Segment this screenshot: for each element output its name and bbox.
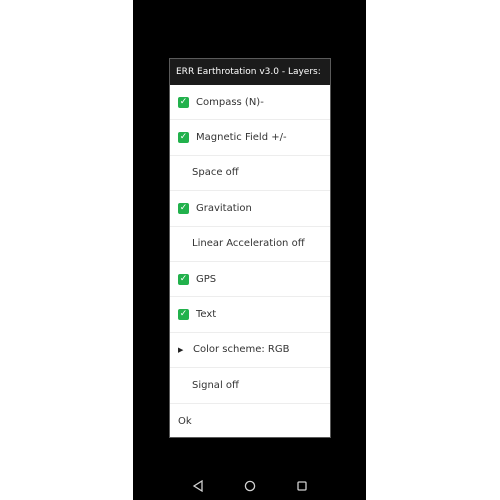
layers-menu: ✓ Compass (N)- ✓ Magnetic Field +/- Spac…	[170, 85, 330, 439]
menu-item-text[interactable]: ✓ Text	[170, 297, 330, 333]
menu-item-label: Text	[196, 309, 217, 321]
check-mark-icon: ✓	[178, 202, 189, 214]
menu-item-label: Compass (N)-	[196, 96, 264, 108]
check-mark-icon: ✓	[178, 309, 189, 321]
home-circle-icon	[244, 480, 255, 492]
recents-button[interactable]	[295, 479, 309, 493]
menu-item-linear-acceleration[interactable]: Linear Acceleration off	[170, 227, 330, 262]
check-mark-icon: ✓	[178, 132, 189, 144]
menu-item-space[interactable]: Space off	[170, 156, 330, 192]
menu-item-signal[interactable]: Signal off	[170, 368, 330, 404]
check-mark-icon: ✓	[178, 273, 189, 285]
check-mark-icon: ✓	[178, 96, 189, 108]
phone-screen: ERR Earthrotation v3.0 - Layers: ✓ Compa…	[133, 0, 366, 500]
menu-item-label: GPS	[196, 273, 217, 285]
navigation-bar	[133, 472, 366, 500]
ok-button[interactable]: Ok	[170, 404, 330, 439]
dialog-title: ERR Earthrotation v3.0 - Layers:	[170, 59, 330, 85]
menu-item-color-scheme[interactable]: ▶ Color scheme: RGB	[170, 333, 330, 369]
home-button[interactable]	[243, 479, 257, 493]
menu-item-label: Color scheme: RGB	[193, 344, 290, 356]
menu-item-label: Space off	[192, 167, 239, 179]
menu-item-label: Magnetic Field +/-	[196, 132, 287, 144]
menu-item-gravitation[interactable]: ✓ Gravitation	[170, 191, 330, 227]
back-triangle-icon	[192, 480, 203, 492]
menu-item-gps[interactable]: ✓ GPS	[170, 262, 330, 298]
layers-dialog: ERR Earthrotation v3.0 - Layers: ✓ Compa…	[169, 58, 331, 438]
menu-item-magnetic-field[interactable]: ✓ Magnetic Field +/-	[170, 120, 330, 156]
ok-label: Ok	[178, 415, 192, 427]
recents-square-icon	[296, 481, 307, 491]
menu-item-label: Gravitation	[196, 202, 252, 214]
back-button[interactable]	[191, 479, 205, 493]
menu-item-compass[interactable]: ✓ Compass (N)-	[170, 85, 330, 121]
menu-item-label: Linear Acceleration off	[192, 238, 305, 250]
triangle-right-icon: ▶	[178, 345, 184, 354]
menu-item-label: Signal off	[192, 379, 239, 391]
